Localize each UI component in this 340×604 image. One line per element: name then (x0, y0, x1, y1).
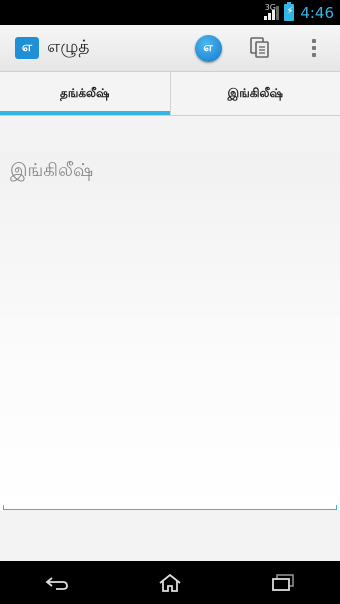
battery-icon: ⚡ (284, 2, 295, 21)
back-icon (45, 576, 68, 590)
app-logo-letter: எ (21, 40, 33, 55)
recent-apps-icon (272, 573, 295, 591)
tab-bar: தங்க்லீஷ் இங்கிலீஷ் (0, 72, 340, 116)
app-logo-icon[interactable]: எ (15, 37, 39, 59)
text-input[interactable] (10, 160, 330, 490)
recent-apps-button[interactable] (253, 561, 313, 604)
copy-button[interactable] (238, 25, 282, 71)
tab-english[interactable]: இங்கிலீஷ் (169, 72, 340, 115)
signal-icon (264, 5, 280, 20)
overflow-menu-icon (312, 39, 316, 57)
back-button[interactable] (27, 561, 87, 604)
transliterate-letter: எ (203, 40, 213, 54)
action-bar: எ எழுத் எ (0, 25, 340, 72)
copy-icon (250, 37, 269, 58)
tab-thanglish[interactable]: தங்க்லீஷ் (0, 72, 170, 115)
overflow-menu-button[interactable] (292, 25, 336, 71)
navigation-bar (0, 561, 340, 604)
tab-label: இங்கிலீஷ் (227, 85, 283, 100)
transliterate-icon: எ (194, 34, 222, 62)
app-title: எழுத் (47, 37, 90, 57)
input-underline (3, 505, 337, 510)
transliterate-button[interactable]: எ (186, 25, 230, 71)
editor-container (0, 152, 340, 510)
tab-label: தங்க்லீஷ் (60, 85, 110, 100)
home-icon (159, 573, 181, 592)
clock: 4:46 (300, 3, 334, 22)
status-bar: 3G ⚡ 4:46 (0, 0, 340, 25)
content-area (0, 116, 340, 561)
home-button[interactable] (140, 561, 200, 604)
